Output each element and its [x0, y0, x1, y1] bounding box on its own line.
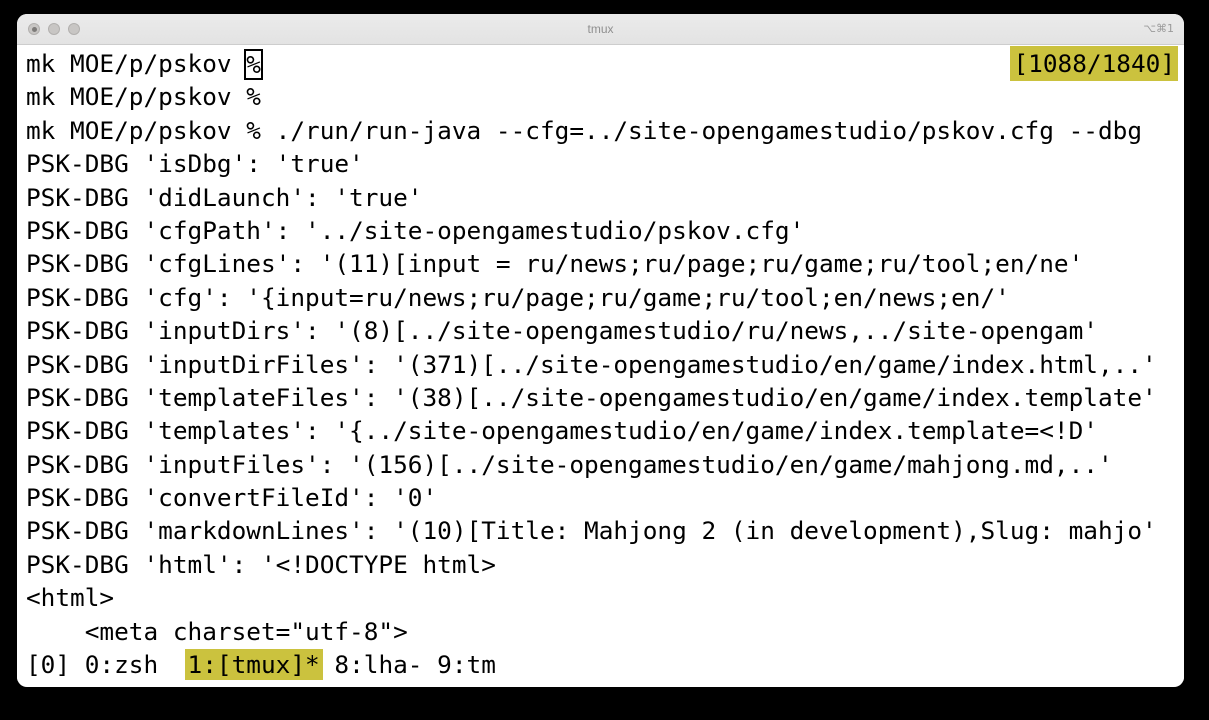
terminal-line: PSK-DBG 'cfgLines': '(11)[input = ru/new… [26, 247, 1178, 280]
status-session-and-windows: [0] 0:zsh [26, 650, 188, 679]
desktop: { "window": { "title": "tmux", "hotkey":… [0, 0, 1209, 720]
terminal-line: PSK-DBG 'convertFileId': '0' [26, 481, 1178, 514]
terminal-line: PSK-DBG 'isDbg': 'true' [26, 147, 1178, 180]
terminal-line: PSK-DBG 'inputDirs': '(8)[../site-openga… [26, 314, 1178, 347]
scroll-position-indicator: [1088/1840] [1010, 46, 1178, 81]
terminal-line: PSK-DBG 'inputDirFiles': '(371)[../site-… [26, 348, 1178, 381]
terminal-lines: mk MOE/p/pskov %mk MOE/p/pskov % ./run/r… [26, 80, 1178, 648]
terminal-line: PSK-DBG 'templateFiles': '(38)[../site-o… [26, 381, 1178, 414]
prompt-text: mk MOE/p/pskov % [26, 47, 261, 80]
terminal-line: <meta charset="utf-8"> [26, 615, 1178, 648]
terminal-line: PSK-DBG 'cfgPath': '../site-opengamestud… [26, 214, 1178, 247]
terminal-window: tmux ⌥⌘1 mk MOE/p/pskov % [1088/1840] mk… [17, 14, 1184, 687]
terminal-cursor: % [244, 49, 263, 80]
terminal-line: PSK-DBG 'markdownLines': '(10)[Title: Ma… [26, 514, 1178, 547]
status-other-windows[interactable]: 8:lha- 9:tm [320, 650, 496, 679]
terminal-line: PSK-DBG 'didLaunch': 'true' [26, 181, 1178, 214]
tmux-status-bar: [0] 0:zsh 1:[tmux]* 8:lha- 9:tm [26, 648, 1178, 681]
terminal-line: <html> [26, 581, 1178, 614]
terminal-line: mk MOE/p/pskov % [26, 80, 1178, 113]
window-titlebar[interactable]: tmux ⌥⌘1 [17, 14, 1184, 45]
terminal-line: PSK-DBG 'inputFiles': '(156)[../site-ope… [26, 448, 1178, 481]
terminal-line: PSK-DBG 'cfg': '{input=ru/news;ru/page;r… [26, 281, 1178, 314]
terminal-line: PSK-DBG 'templates': '{../site-opengames… [26, 414, 1178, 447]
terminal-line-prompt: mk MOE/p/pskov % [1088/1840] [26, 47, 1178, 80]
terminal-line: mk MOE/p/pskov % ./run/run-java --cfg=..… [26, 114, 1178, 147]
window-title: tmux [17, 14, 1184, 44]
status-active-window[interactable]: 1:[tmux]* [185, 649, 323, 680]
terminal-line: PSK-DBG 'html': '<!DOCTYPE html> [26, 548, 1178, 581]
window-hotkey-hint: ⌥⌘1 [1143, 14, 1174, 44]
terminal-content[interactable]: mk MOE/p/pskov % [1088/1840] mk MOE/p/ps… [17, 45, 1184, 681]
